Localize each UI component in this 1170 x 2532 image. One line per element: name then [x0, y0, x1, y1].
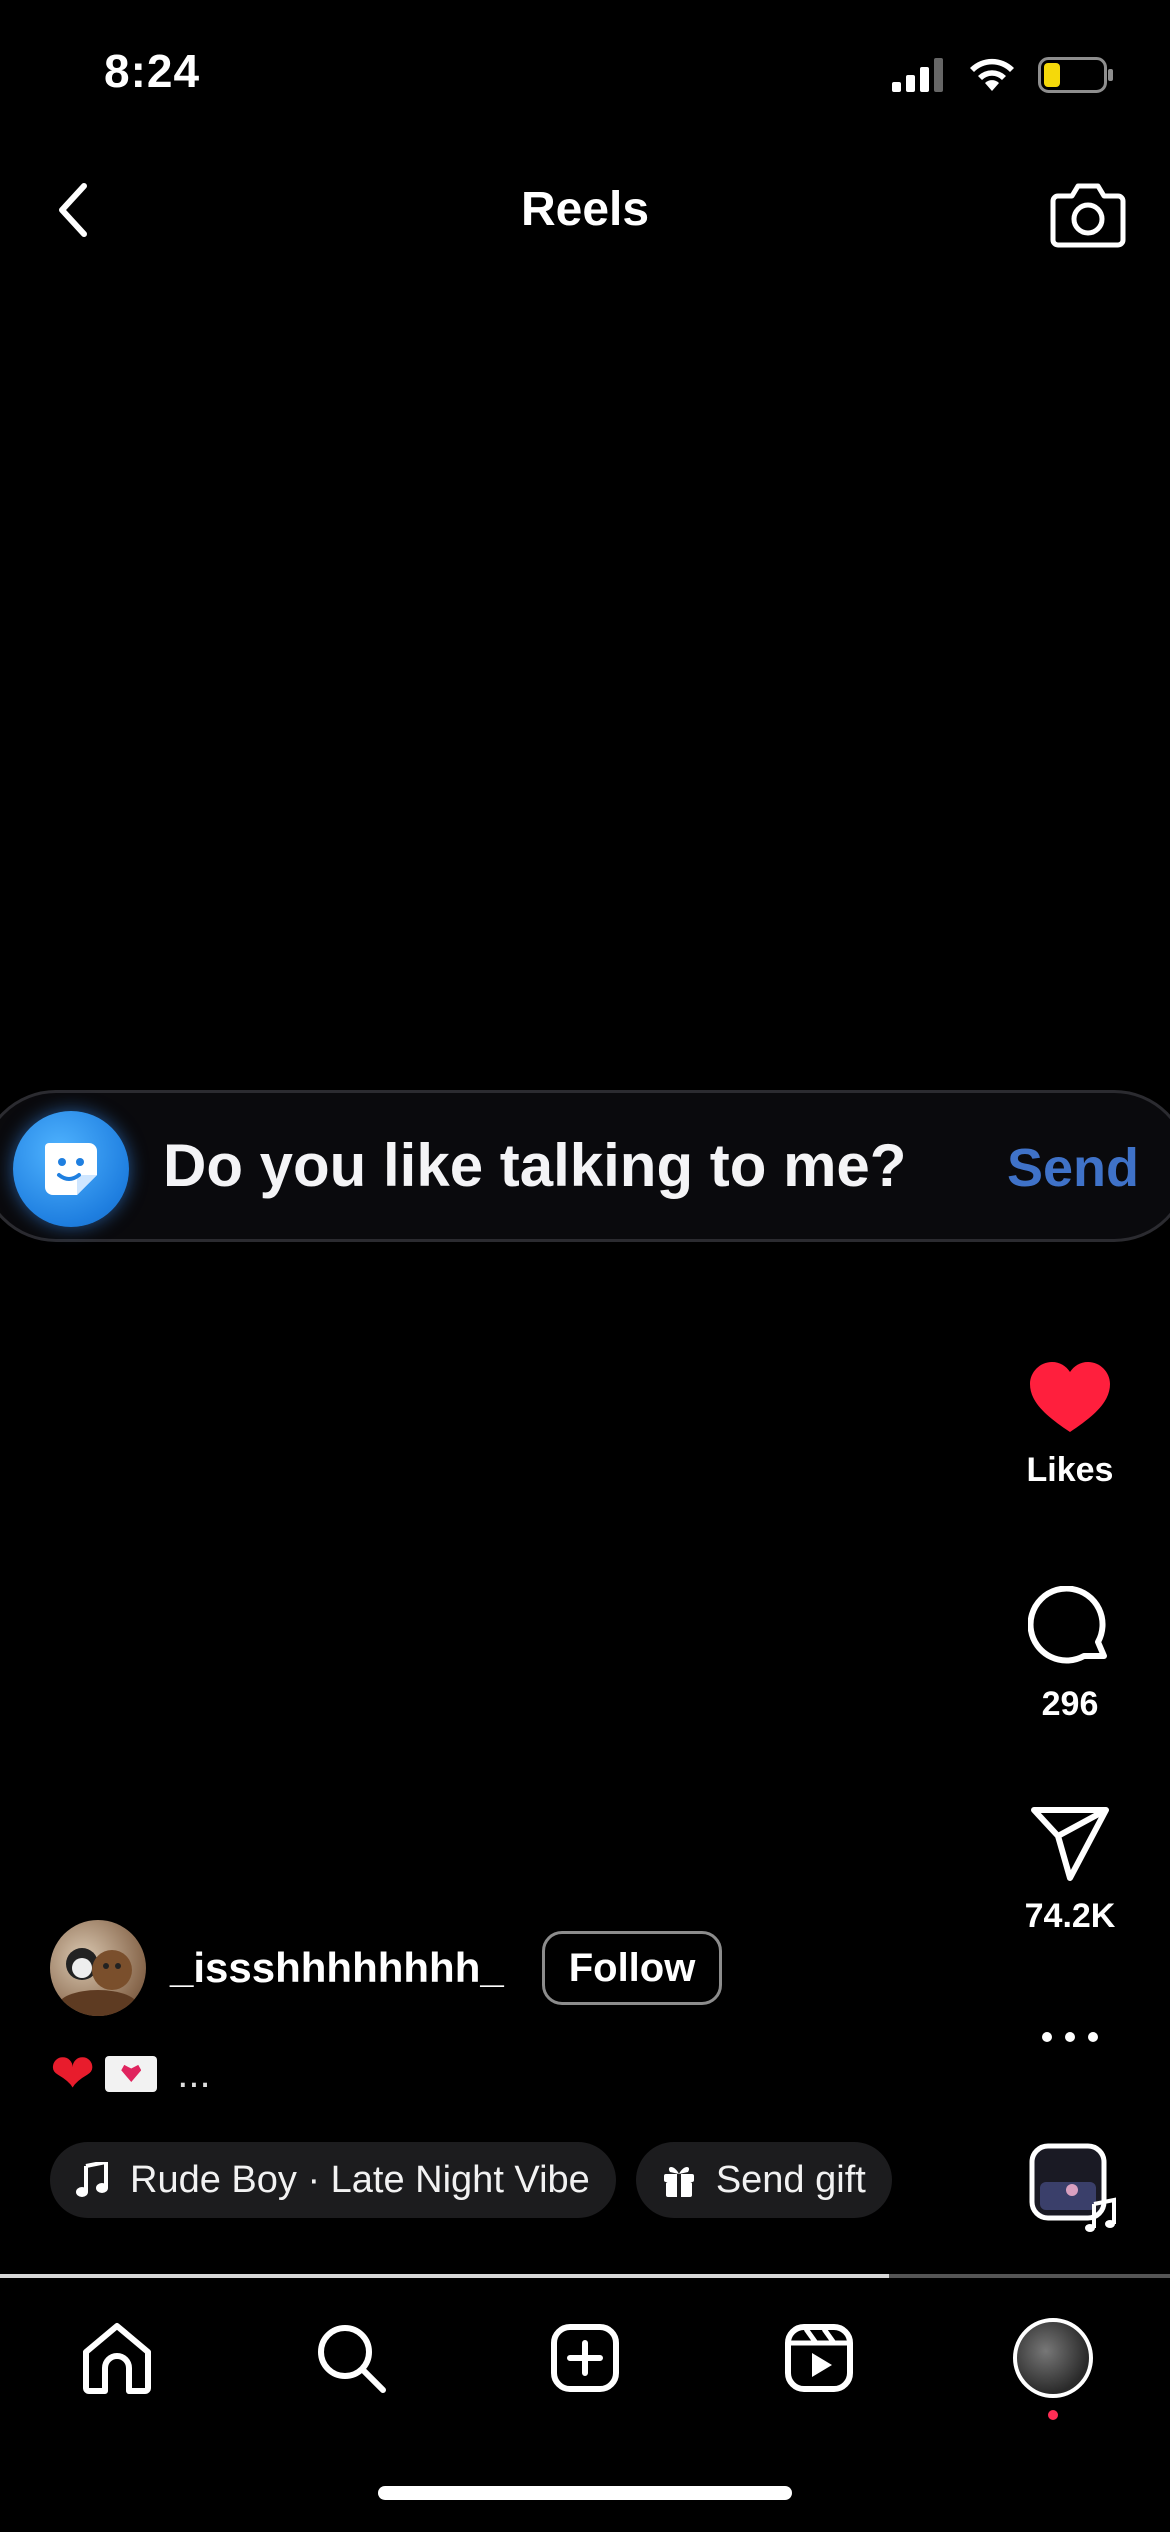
original-audio-icon: [1029, 2143, 1116, 2232]
tab-profile[interactable]: [936, 2278, 1170, 2438]
sticker-icon: [13, 1111, 129, 1227]
heart-icon: [1030, 1362, 1110, 1432]
like-action[interactable]: Likes: [970, 1360, 1170, 1490]
more-options-button[interactable]: [970, 2030, 1170, 2049]
audio-chip-label: Rude Boy · Late Night Vibe: [130, 2158, 590, 2201]
paper-plane-icon: [1031, 1807, 1109, 1881]
audio-chip[interactable]: Rude Boy · Late Night Vibe: [50, 2142, 616, 2218]
camera-icon: [1050, 183, 1126, 248]
page-title: Reels: [520, 183, 650, 236]
comment-action[interactable]: 296: [970, 1585, 1170, 1724]
status-bar: 8:24: [0, 0, 1170, 140]
music-note-icon: [76, 2162, 108, 2197]
status-time: 8:24: [104, 45, 201, 97]
caption[interactable]: ❤ ...: [50, 2044, 211, 2104]
author-username[interactable]: _issshhhhhhhh_: [170, 1944, 504, 1992]
send-gift-chip[interactable]: Send gift: [635, 2142, 892, 2218]
search-icon: [318, 2325, 386, 2393]
send-button[interactable]: Send: [1007, 1137, 1139, 1199]
plus-square-icon: [551, 2324, 619, 2392]
profile-avatar: [1013, 2318, 1093, 2398]
audio-thumbnail[interactable]: [1028, 2142, 1118, 2232]
tab-home[interactable]: [0, 2278, 234, 2438]
shares-count: 74.2K: [1024, 1897, 1116, 1935]
likes-label: Likes: [1026, 1451, 1114, 1489]
love-letter-emoji-icon: [105, 2056, 158, 2092]
camera-button[interactable]: [1042, 168, 1134, 260]
bottom-tab-bar: [0, 2278, 1170, 2438]
tab-reels[interactable]: [702, 2278, 936, 2438]
caption-more[interactable]: ...: [177, 2052, 210, 2097]
tab-search[interactable]: [234, 2278, 468, 2438]
reels-icon: [785, 2324, 853, 2392]
follow-button[interactable]: Follow: [541, 1931, 723, 2005]
cellular-signal-icon: [892, 58, 943, 92]
send-gift-label: Send gift: [715, 2158, 866, 2201]
notification-dot: [1048, 2410, 1058, 2420]
author-avatar[interactable]: [50, 1920, 146, 2016]
reel-chips: Rude Boy · Late Night Vibe Send gift: [50, 2142, 892, 2218]
status-icons: [892, 50, 1114, 100]
prompt-text: Do you like talking to me?: [163, 1132, 907, 1199]
gift-icon: [663, 2167, 694, 2197]
home-indicator[interactable]: [378, 2486, 792, 2500]
battery-icon: [1038, 57, 1113, 93]
question-prompt-bar[interactable]: Do you like talking to me? Send: [0, 1090, 1170, 1242]
comment-icon: [1027, 1585, 1107, 1664]
author-row: _issshhhhhhhh_ Follow: [50, 1918, 723, 2018]
more-horizontal-icon: [1042, 2032, 1098, 2042]
tab-create[interactable]: [468, 2278, 702, 2438]
reels-header: Reels: [0, 160, 1170, 270]
comments-count: 296: [1041, 1685, 1099, 1723]
wifi-icon: [970, 58, 1014, 91]
share-action[interactable]: 74.2K: [970, 1806, 1170, 1936]
red-heart-emoji-icon: ❤: [50, 2044, 96, 2104]
home-icon: [83, 2323, 151, 2394]
